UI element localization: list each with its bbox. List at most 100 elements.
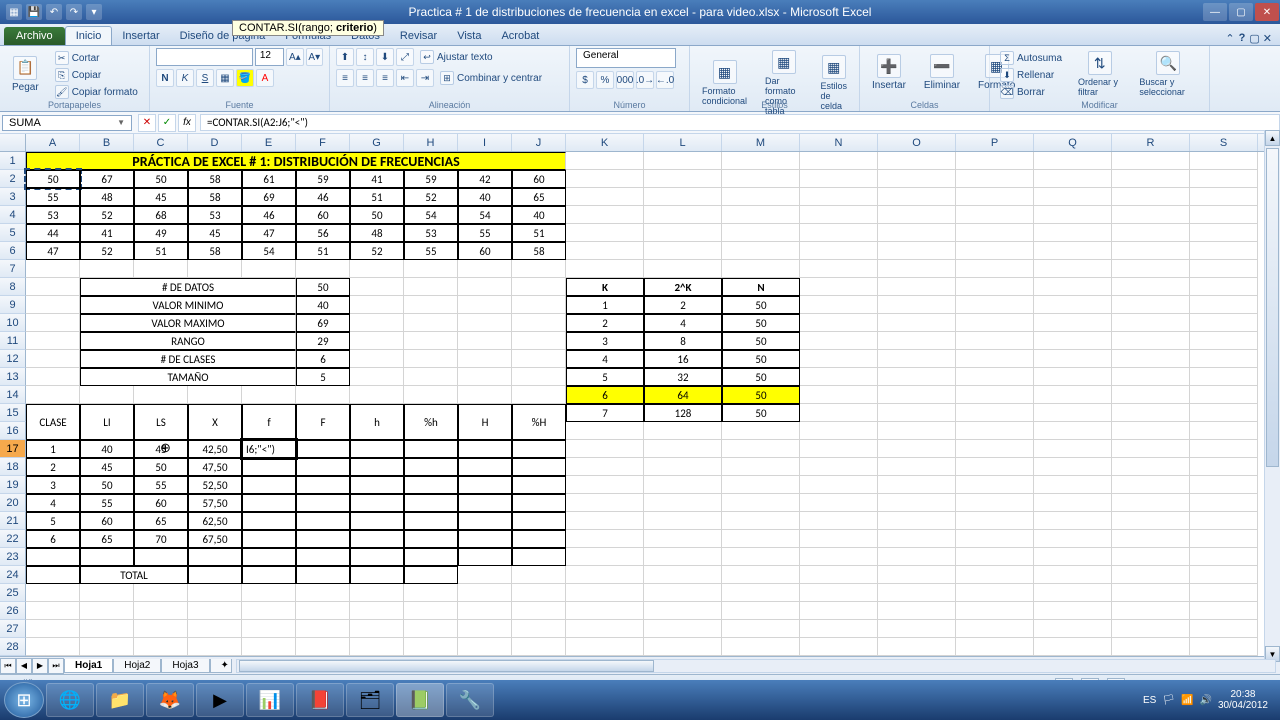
find-select-button[interactable]: 🔍Buscar y seleccionar	[1133, 48, 1203, 100]
cell[interactable]	[512, 638, 566, 656]
cell[interactable]	[1190, 314, 1258, 332]
cell[interactable]: RANGO	[80, 332, 296, 350]
cell[interactable]	[644, 566, 722, 584]
cell[interactable]	[1190, 530, 1258, 548]
cell[interactable]: 2	[644, 296, 722, 314]
cell[interactable]	[134, 548, 188, 566]
cell[interactable]	[350, 530, 404, 548]
cell[interactable]	[188, 620, 242, 638]
cell[interactable]: 59	[404, 170, 458, 188]
cell[interactable]	[956, 512, 1034, 530]
cell[interactable]	[242, 476, 296, 494]
cell[interactable]	[26, 386, 80, 404]
cell[interactable]	[1112, 170, 1190, 188]
name-box[interactable]: SUMA▼	[2, 115, 132, 131]
cell[interactable]	[956, 566, 1034, 584]
cell[interactable]	[1034, 620, 1112, 638]
cell[interactable]	[296, 566, 350, 584]
fx-button[interactable]: fx	[178, 114, 196, 132]
cell[interactable]	[956, 314, 1034, 332]
cell[interactable]	[458, 440, 512, 458]
cell[interactable]: 50	[134, 458, 188, 476]
border-button[interactable]: ▦	[216, 69, 234, 87]
cell[interactable]	[644, 638, 722, 656]
ribbon-window-controls[interactable]: ▢ ✕	[1249, 32, 1272, 45]
cell[interactable]	[1112, 152, 1190, 170]
cell[interactable]	[566, 260, 644, 278]
cell[interactable]	[878, 278, 956, 296]
cell[interactable]	[26, 332, 80, 350]
cell[interactable]	[350, 512, 404, 530]
cell[interactable]	[878, 476, 956, 494]
cell[interactable]: 50	[80, 476, 134, 494]
cell[interactable]	[722, 566, 800, 584]
cell[interactable]: 50	[26, 170, 80, 188]
cell[interactable]	[1034, 476, 1112, 494]
cell[interactable]	[458, 530, 512, 548]
cell[interactable]	[512, 332, 566, 350]
cell[interactable]	[644, 422, 722, 440]
cell[interactable]	[644, 242, 722, 260]
cell[interactable]	[566, 494, 644, 512]
cell[interactable]: 56	[296, 224, 350, 242]
cell[interactable]: 50	[722, 368, 800, 386]
cell[interactable]: I6;"<")	[242, 440, 296, 458]
cell[interactable]	[878, 188, 956, 206]
cell[interactable]	[458, 296, 512, 314]
cell[interactable]: # DE CLASES	[80, 350, 296, 368]
cell[interactable]: 5	[566, 368, 644, 386]
cell[interactable]	[1112, 584, 1190, 602]
cell[interactable]: 52	[80, 206, 134, 224]
cell[interactable]	[1034, 404, 1112, 422]
cell[interactable]	[26, 314, 80, 332]
autosum-button[interactable]: ΣAutosuma	[996, 50, 1066, 66]
cell[interactable]	[1112, 566, 1190, 584]
cell[interactable]	[80, 386, 134, 404]
cell[interactable]: 67	[80, 170, 134, 188]
cell[interactable]	[1034, 458, 1112, 476]
cell[interactable]	[404, 314, 458, 332]
sheet-nav-last[interactable]: ⏭	[48, 658, 64, 674]
cell[interactable]: 53	[404, 224, 458, 242]
cell[interactable]	[722, 476, 800, 494]
cell[interactable]: 48	[350, 224, 404, 242]
cell[interactable]	[722, 602, 800, 620]
cell[interactable]	[878, 242, 956, 260]
cell[interactable]	[1190, 350, 1258, 368]
tray-clock[interactable]: 20:38 30/04/2012	[1218, 689, 1268, 711]
cell[interactable]: TAMAÑO	[80, 368, 296, 386]
cell[interactable]	[458, 602, 512, 620]
cell[interactable]	[404, 332, 458, 350]
cell[interactable]	[26, 350, 80, 368]
cell[interactable]	[644, 476, 722, 494]
cell[interactable]	[512, 584, 566, 602]
cell[interactable]	[512, 368, 566, 386]
cell[interactable]	[26, 584, 80, 602]
copy-button[interactable]: ⎘Copiar	[51, 67, 142, 83]
cell[interactable]	[1034, 188, 1112, 206]
spreadsheet-grid[interactable]: ABCDEFGHIJKLMNOPQRS 1PRÁCTICA DE EXCEL #…	[0, 134, 1280, 656]
cell[interactable]	[80, 260, 134, 278]
cell[interactable]	[1034, 386, 1112, 404]
cell[interactable]	[878, 422, 956, 440]
cell[interactable]	[1034, 512, 1112, 530]
cell[interactable]: 6	[26, 530, 80, 548]
cell[interactable]	[458, 278, 512, 296]
cell[interactable]: 50	[722, 350, 800, 368]
cell[interactable]	[188, 260, 242, 278]
cell[interactable]	[722, 458, 800, 476]
cell[interactable]: 5	[296, 368, 350, 386]
cell[interactable]: TOTAL	[80, 566, 188, 584]
cell[interactable]	[404, 638, 458, 656]
cell[interactable]	[350, 566, 404, 584]
row-header[interactable]: 26	[0, 602, 26, 620]
cell[interactable]	[1190, 566, 1258, 584]
cell[interactable]: 69	[296, 314, 350, 332]
cell[interactable]	[1034, 206, 1112, 224]
cell[interactable]: 4	[566, 350, 644, 368]
cell[interactable]	[722, 422, 800, 440]
cell[interactable]	[512, 602, 566, 620]
cell[interactable]	[1190, 638, 1258, 656]
cell[interactable]	[1112, 530, 1190, 548]
cell[interactable]: %h	[404, 404, 458, 440]
